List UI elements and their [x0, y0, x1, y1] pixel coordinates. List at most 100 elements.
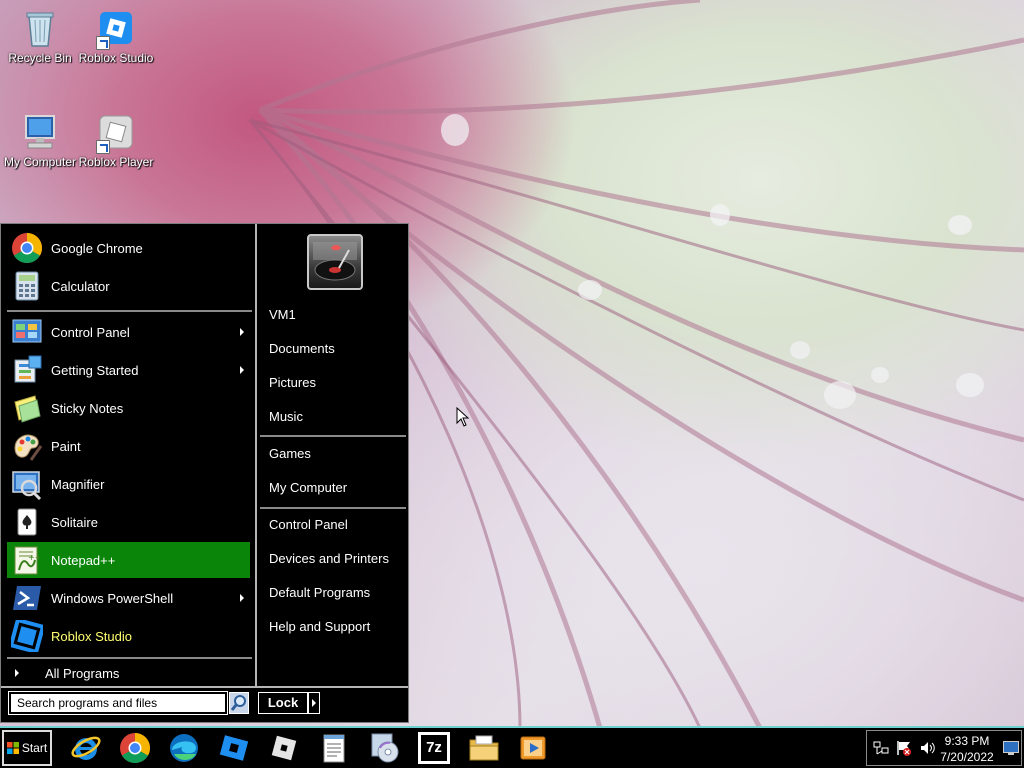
menu-item-control-panel[interactable]: Control Panel — [7, 314, 250, 350]
desktop-icon-label: Recycle Bin — [8, 51, 72, 65]
place-user-folder[interactable]: VM1 — [269, 304, 409, 326]
all-programs-label: All Programs — [45, 665, 120, 681]
edge-icon[interactable] — [168, 732, 200, 764]
start-menu-places-pane: VM1 Documents Pictures Music Games My Co… — [255, 224, 408, 686]
getting-started-icon — [11, 354, 43, 386]
windows-logo-icon — [6, 742, 19, 754]
menu-item-label: Getting Started — [51, 362, 139, 378]
place-my-computer[interactable]: My Computer — [269, 477, 409, 499]
menu-item-label: Sticky Notes — [51, 400, 124, 416]
desktop-icon-roblox-player[interactable]: Roblox Player — [76, 112, 156, 169]
chrome-icon — [11, 232, 43, 264]
chrome-icon[interactable] — [119, 732, 151, 764]
place-music[interactable]: Music — [269, 406, 409, 428]
file-explorer-icon[interactable] — [468, 732, 500, 764]
control-panel-icon — [11, 316, 43, 348]
desktop-icon-label: My Computer — [3, 155, 77, 169]
clock-time[interactable]: 9:33 PM — [935, 734, 999, 748]
7zip-icon[interactable]: 7z — [418, 732, 450, 764]
roblox-player-icon — [96, 112, 136, 154]
desktop-icon-roblox-studio[interactable]: Roblox Studio — [76, 8, 156, 65]
menu-item-magnifier[interactable]: Magnifier — [7, 466, 250, 502]
place-help-support[interactable]: Help and Support — [269, 616, 409, 638]
action-center-flag-icon[interactable] — [896, 740, 912, 759]
7zip-label: 7z — [418, 732, 450, 764]
calculator-icon — [11, 270, 43, 302]
solitaire-icon — [11, 506, 43, 538]
place-documents[interactable]: Documents — [269, 338, 409, 360]
search-input[interactable]: Search programs and files — [8, 691, 228, 715]
place-control-panel[interactable]: Control Panel — [269, 514, 409, 536]
start-button[interactable]: Start — [2, 730, 52, 766]
sticky-notes-icon — [11, 392, 43, 424]
menu-item-label: Solitaire — [51, 514, 98, 530]
menu-item-sticky-notes[interactable]: Sticky Notes — [7, 390, 250, 426]
start-menu: Google Chrome Calculator Control Panel G… — [0, 223, 409, 723]
menu-item-windows-powershell[interactable]: Windows PowerShell — [7, 580, 250, 616]
recycle-bin-icon — [20, 8, 60, 48]
show-desktop-icon[interactable] — [1003, 741, 1019, 758]
submenu-arrow-icon — [240, 594, 244, 602]
roblox-studio-icon — [96, 8, 136, 50]
search-icon — [230, 695, 246, 711]
svg-text:++: ++ — [28, 553, 41, 562]
desktop-icon-label: Roblox Player — [78, 155, 154, 169]
submenu-arrow-icon — [240, 366, 244, 374]
desktop-icon-my-computer[interactable]: My Computer — [0, 112, 80, 169]
internet-explorer-icon[interactable] — [70, 732, 102, 764]
menu-item-paint[interactable]: Paint — [7, 428, 250, 464]
place-default-programs[interactable]: Default Programs — [269, 582, 409, 604]
menu-separator — [260, 435, 406, 437]
menu-separator — [7, 310, 252, 312]
all-programs-button[interactable]: All Programs — [7, 662, 250, 684]
menu-item-roblox-studio[interactable]: Roblox Studio — [7, 617, 250, 655]
mouse-cursor-icon — [456, 406, 470, 430]
menu-item-label: Google Chrome — [51, 240, 143, 256]
place-devices-printers[interactable]: Devices and Printers — [269, 548, 409, 570]
paint-icon — [11, 430, 43, 462]
lock-button[interactable]: Lock — [258, 692, 308, 714]
shortcut-arrow-icon — [96, 140, 110, 154]
place-pictures[interactable]: Pictures — [269, 372, 409, 394]
volume-icon[interactable] — [919, 740, 935, 759]
system-tray: 9:33 PM 7/20/2022 — [866, 730, 1022, 766]
start-menu-programs-pane: Google Chrome Calculator Control Panel G… — [3, 226, 253, 682]
my-computer-icon — [20, 112, 60, 152]
desktop-icon-label: Roblox Studio — [78, 51, 154, 65]
start-label: Start — [21, 741, 48, 755]
media-player-icon[interactable] — [518, 732, 550, 764]
powershell-icon — [11, 582, 43, 614]
user-avatar[interactable] — [307, 234, 363, 290]
menu-separator — [260, 507, 406, 509]
roblox-studio-icon — [8, 617, 46, 655]
submenu-arrow-icon — [240, 328, 244, 336]
menu-item-getting-started[interactable]: Getting Started — [7, 352, 250, 388]
menu-separator — [1, 686, 408, 688]
notepad-icon[interactable] — [318, 732, 350, 764]
magnifier-icon — [11, 468, 43, 501]
menu-item-label: Windows PowerShell — [51, 590, 174, 606]
lock-options-button[interactable] — [308, 692, 320, 714]
menu-item-solitaire[interactable]: Solitaire — [7, 504, 250, 540]
menu-item-calculator[interactable]: Calculator — [7, 268, 250, 304]
shortcut-arrow-icon — [96, 36, 110, 50]
clock-date[interactable]: 7/20/2022 — [935, 750, 999, 764]
desktop-icon-recycle-bin[interactable]: Recycle Bin — [0, 8, 80, 65]
place-games[interactable]: Games — [269, 443, 409, 465]
network-icon[interactable] — [873, 740, 889, 759]
menu-item-label: Notepad++ — [51, 552, 116, 568]
chevron-right-icon — [15, 669, 19, 677]
menu-item-label: Roblox Studio — [51, 628, 132, 644]
media-disc-icon[interactable] — [368, 732, 400, 764]
menu-item-label: Control Panel — [51, 324, 130, 340]
menu-separator — [7, 657, 252, 659]
menu-item-google-chrome[interactable]: Google Chrome — [7, 230, 250, 266]
notepadpp-icon: ++ — [11, 544, 43, 576]
menu-item-notepad-plus-plus[interactable]: ++ Notepad++ — [7, 542, 250, 578]
menu-item-label: Magnifier — [51, 476, 105, 492]
roblox-player-icon[interactable] — [268, 732, 300, 764]
roblox-studio-icon[interactable] — [218, 732, 250, 764]
search-button[interactable] — [229, 692, 249, 714]
menu-item-label: Calculator — [51, 278, 110, 294]
menu-item-label: Paint — [51, 438, 81, 454]
